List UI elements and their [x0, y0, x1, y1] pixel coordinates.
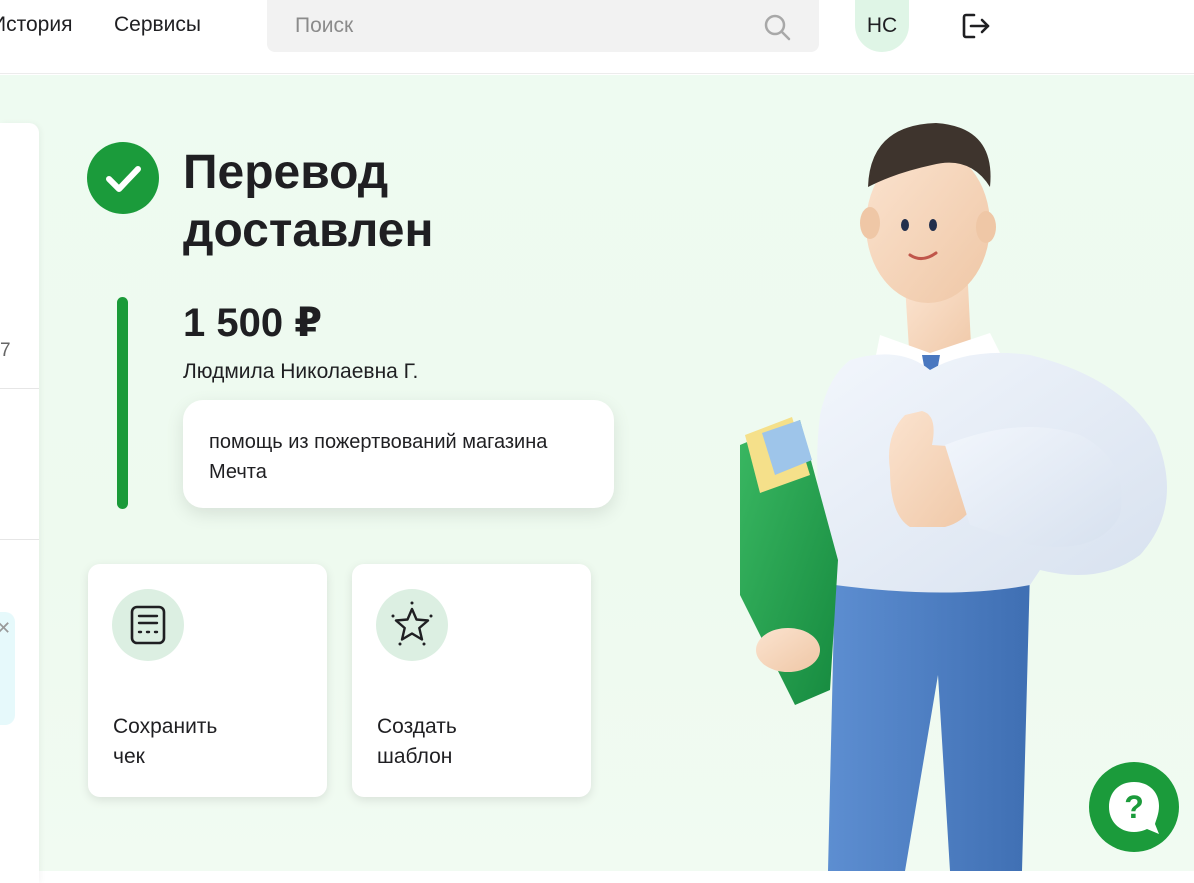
logout-icon[interactable] [960, 11, 992, 41]
top-navigation-bar: История Сервисы НС [0, 0, 1194, 74]
create-template-button[interactable]: Создать шаблон [352, 564, 591, 797]
star-icon [376, 589, 448, 661]
side-panel: 7 [0, 123, 39, 883]
save-receipt-button[interactable]: Сохранить чек [88, 564, 327, 797]
status-title: Перевод доставлен [183, 146, 434, 257]
transfer-result-area: 7 ✕ Перевод доставлен 1 500 ₽ Людмила Ни… [0, 75, 1194, 883]
success-check-icon [87, 142, 159, 214]
search-box [267, 0, 819, 52]
side-divider [0, 539, 39, 540]
side-divider [0, 388, 39, 389]
side-number-fragment: 7 [0, 340, 11, 361]
avatar-initials: НС [866, 14, 898, 37]
transfer-message: помощь из пожертвований магазина Мечта [183, 400, 614, 508]
transfer-amount: 1 500 ₽ [183, 301, 323, 345]
svg-text:?: ? [1124, 789, 1144, 825]
recipient-name: Людмила Николаевна Г. [183, 360, 419, 383]
details-accent-bar [117, 297, 128, 509]
search-icon[interactable] [762, 12, 792, 42]
search-input[interactable] [267, 0, 747, 52]
close-icon[interactable]: ✕ [0, 618, 11, 639]
create-template-label: Создать шаблон [377, 715, 457, 768]
nav-link-services[interactable]: Сервисы [114, 13, 201, 37]
nav-link-history[interactable]: История [0, 13, 72, 37]
help-chat-icon: ? [1109, 782, 1159, 834]
save-receipt-label: Сохранить чек [113, 715, 218, 768]
help-chat-button[interactable]: ? [1089, 762, 1179, 852]
mascot-illustration [740, 123, 1167, 871]
receipt-icon [112, 589, 184, 661]
user-avatar[interactable]: НС [855, 0, 909, 52]
